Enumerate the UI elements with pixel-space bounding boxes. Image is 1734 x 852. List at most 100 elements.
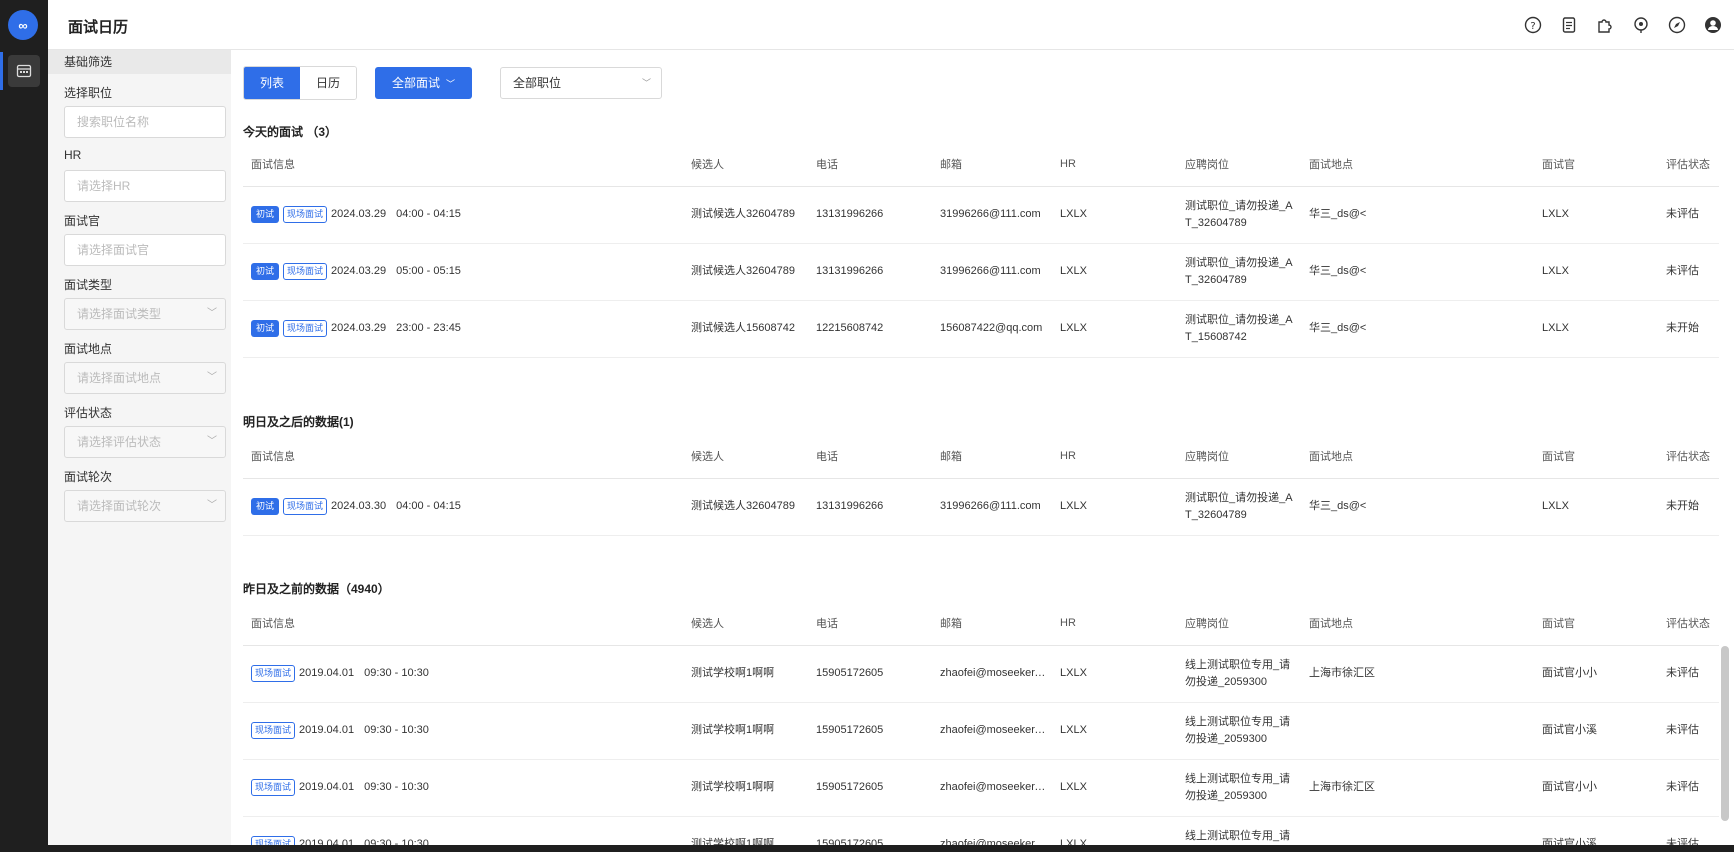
location-cell: 上海市徐汇区 — [1301, 645, 1534, 703]
interview-type-tag: 现场面试 — [251, 721, 296, 739]
phone-cell: 13131996266 — [808, 186, 932, 244]
phone-cell: 13131996266 — [808, 478, 932, 536]
interviewer-cell: LXLX — [1534, 300, 1658, 358]
interview-location-select[interactable]: 请选择面试地点 ﹀ — [64, 362, 226, 394]
filter-section-title: 基础筛选 — [48, 50, 231, 74]
interview-type-tag: 现场面试 — [283, 262, 328, 280]
hr-cell: LXLX — [1052, 478, 1177, 536]
phone-cell: 15905172605 — [808, 645, 932, 703]
phone-cell: 15905172605 — [808, 702, 932, 760]
column-header: 候选人 — [683, 434, 808, 479]
compass-icon[interactable] — [1666, 14, 1688, 36]
email-text: 31996266@111.com — [940, 208, 1041, 220]
phone-cell: 13131996266 — [808, 243, 932, 301]
future-section-title: 明日及之后的数据(1) — [243, 415, 354, 429]
interview-date: 2019.04.01 — [299, 780, 355, 793]
page-title: 面试日历 — [68, 19, 129, 36]
table-row[interactable]: 现场面试 2019.04.01 09:30 - 10:30 测试学校啊1啊啊 15905… — [243, 645, 1719, 703]
interview-time: 04:00 - 04:15 — [396, 499, 461, 512]
all-positions-select[interactable]: 全部职位 ﹀ — [500, 67, 662, 99]
calendar-icon — [16, 64, 32, 78]
plugin-icon[interactable] — [1594, 14, 1616, 36]
interview-info-cell: 初试 现场面试 2024.03.29 04:00 - 04:15 — [243, 186, 683, 244]
round-tag: 初试 — [251, 262, 280, 280]
evaluation-status-placeholder: 请选择评估状态 — [77, 435, 162, 449]
interviewer-cell: LXLX — [1534, 186, 1658, 244]
main-content: 列表 日历 全部面试 ﹀ 全部职位 ﹀ 今天的面试 （3） 面试信息 候选人 电话 邮箱 H… — [231, 50, 1734, 852]
interview-date: 2024.03.29 — [331, 264, 387, 277]
position-search-input[interactable]: 搜索职位名称 — [64, 106, 226, 138]
filter-label-status: 评估状态 — [64, 406, 113, 420]
hr-cell: LXLX — [1052, 300, 1177, 358]
email-cell: zhaofei@moseeker.com — [932, 645, 1052, 703]
nav-calendar-item[interactable] — [8, 55, 40, 87]
all-interviews-label: 全部面试 — [391, 76, 440, 90]
status-cell: 未评估 — [1658, 645, 1719, 703]
hr-cell: LXLX — [1052, 702, 1177, 760]
filter-sidebar: 基础筛选 选择职位 搜索职位名称 HR 请选择HR 面试官 请选择面试官 面试类… — [48, 50, 231, 852]
app-rail: ∞ — [0, 0, 48, 852]
table-row[interactable]: 初试 现场面试 2024.03.30 04:00 - 04:15 测试候选人326047… — [243, 478, 1719, 536]
interview-round-select[interactable]: 请选择面试轮次 ﹀ — [64, 490, 226, 522]
table-row[interactable]: 初试 现场面试 2024.03.29 04:00 - 04:15 测试候选人326047… — [243, 186, 1719, 244]
chevron-down-icon: ﹀ — [207, 308, 217, 319]
interview-type-select[interactable]: 请选择面试类型 ﹀ — [64, 298, 226, 330]
email-text: 156087422@qq.com — [940, 322, 1043, 334]
column-header: 评估状态 — [1658, 142, 1719, 187]
candidate-cell: 测试学校啊1啊啊 — [683, 645, 808, 703]
filter-label-location: 面试地点 — [64, 342, 113, 356]
email-cell: 31996266@111.com — [932, 478, 1052, 536]
column-header: 面试官 — [1534, 434, 1658, 479]
list-view-button[interactable]: 列表 — [244, 67, 300, 99]
position-cell: 线上测试职位专用_请勿投递_2059300 — [1177, 702, 1301, 760]
calendar-view-button[interactable]: 日历 — [300, 67, 356, 99]
table-header-row: 面试信息 候选人 电话 邮箱 HR 应聘岗位 面试地点 面试官 评估状态 — [243, 601, 1719, 646]
position-cell: 测试职位_请勿投递_AT_32604789 — [1177, 186, 1301, 244]
filter-label-interviewer: 面试官 — [64, 214, 101, 228]
position-text: 线上测试职位专用_请勿投递_2059300 — [1185, 715, 1291, 745]
table-row[interactable]: 现场面试 2019.04.01 09:30 - 10:30 测试学校啊1啊啊 15905… — [243, 759, 1719, 817]
interviewer-cell: 面试官小溪 — [1534, 702, 1658, 760]
interview-info-cell: 现场面试 2019.04.01 09:30 - 10:30 — [243, 645, 683, 703]
hr-cell: LXLX — [1052, 759, 1177, 817]
filter-label-round: 面试轮次 — [64, 470, 113, 484]
document-icon[interactable] — [1558, 14, 1580, 36]
email-cell: 156087422@qq.com — [932, 300, 1052, 358]
hr-select-input[interactable]: 请选择HR — [64, 170, 226, 202]
support-icon[interactable] — [1630, 14, 1652, 36]
position-search-placeholder: 搜索职位名称 — [77, 115, 150, 129]
column-header: 候选人 — [683, 142, 808, 187]
top-bar: 面试日历 ? — [48, 0, 1734, 50]
interview-round-placeholder: 请选择面试轮次 — [77, 499, 162, 513]
candidate-cell: 测试学校啊1啊啊 — [683, 702, 808, 760]
user-icon[interactable] — [1702, 14, 1724, 36]
app-logo[interactable]: ∞ — [8, 10, 38, 40]
email-text: 31996266@111.com — [940, 500, 1041, 512]
interview-date: 2024.03.29 — [331, 207, 387, 220]
column-header: 应聘岗位 — [1177, 434, 1301, 479]
interview-type-tag: 现场面试 — [251, 664, 296, 682]
email-cell: zhaofei@moseeker.com — [932, 759, 1052, 817]
table-scrollbar[interactable] — [1721, 646, 1729, 821]
position-cell: 线上测试职位专用_请勿投递_2059300 — [1177, 759, 1301, 817]
table-row[interactable]: 初试 现场面试 2024.03.29 23:00 - 23:45 测试候选人156087… — [243, 300, 1719, 358]
chevron-down-icon: ﹀ — [207, 500, 217, 511]
all-positions-label: 全部职位 — [513, 76, 562, 90]
all-interviews-dropdown[interactable]: 全部面试 ﹀ — [375, 67, 472, 99]
table-row[interactable]: 现场面试 2019.04.01 09:30 - 10:30 测试学校啊1啊啊 15905… — [243, 702, 1719, 760]
help-icon[interactable]: ? — [1522, 14, 1544, 36]
email-cell: 31996266@111.com — [932, 243, 1052, 301]
interviewer-cell: 面试官小小 — [1534, 645, 1658, 703]
phone-cell: 15905172605 — [808, 759, 932, 817]
evaluation-status-select[interactable]: 请选择评估状态 ﹀ — [64, 426, 226, 458]
interview-info-cell: 现场面试 2019.04.01 09:30 - 10:30 — [243, 759, 683, 817]
candidate-cell: 测试候选人15608742 — [683, 300, 808, 358]
position-cell: 测试职位_请勿投递_AT_32604789 — [1177, 243, 1301, 301]
column-header: 电话 — [808, 434, 932, 479]
table-row[interactable]: 初试 现场面试 2024.03.29 05:00 - 05:15 测试候选人326047… — [243, 243, 1719, 301]
position-text: 测试职位_请勿投递_AT_32604789 — [1185, 199, 1293, 229]
candidate-cell: 测试候选人32604789 — [683, 478, 808, 536]
column-header: 邮箱 — [932, 601, 1052, 646]
interviewer-select-input[interactable]: 请选择面试官 — [64, 234, 226, 266]
round-tag: 初试 — [251, 497, 280, 515]
